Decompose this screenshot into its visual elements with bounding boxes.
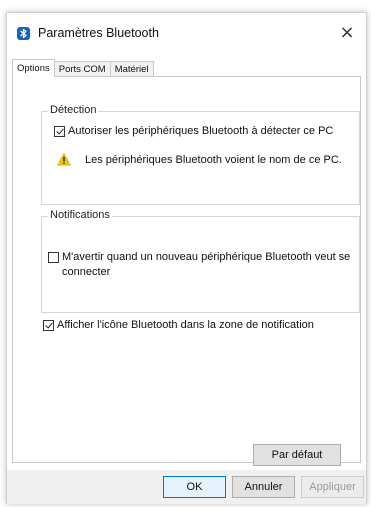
alert-new-device-label[interactable]: M'avertir quand un nouveau périphérique … xyxy=(62,250,358,280)
cancel-button[interactable]: Annuler xyxy=(232,476,295,498)
tab-hardware[interactable]: Matériel xyxy=(109,61,154,77)
discovery-warning: Les périphériques Bluetooth voient le no… xyxy=(57,153,342,166)
title-bar: Paramètres Bluetooth × xyxy=(7,13,366,53)
allow-discovery-checkbox[interactable] xyxy=(54,126,65,137)
tab-strip: Options Ports COM Matériel xyxy=(12,59,154,77)
notifications-group: Notifications M'avertir quand un nouveau… xyxy=(41,209,360,313)
alert-new-device-checkbox[interactable] xyxy=(48,252,59,263)
window-title: Paramètres Bluetooth xyxy=(38,26,159,40)
allow-discovery-label[interactable]: Autoriser les périphériques Bluetooth à … xyxy=(68,124,333,139)
allow-discovery-option: Autoriser les périphériques Bluetooth à … xyxy=(54,124,354,139)
detection-group: Détection Autoriser les périphériques Bl… xyxy=(41,104,360,205)
tab-com-ports[interactable]: Ports COM xyxy=(53,61,111,77)
show-tray-icon-option: Afficher l'icône Bluetooth dans la zone … xyxy=(43,318,353,333)
restore-defaults-button[interactable]: Par défaut xyxy=(253,444,341,466)
ok-button[interactable]: OK xyxy=(163,476,226,498)
detection-legend: Détection xyxy=(48,104,99,116)
tab-options[interactable]: Options xyxy=(12,59,55,77)
warning-icon xyxy=(57,153,71,166)
show-tray-icon-checkbox[interactable] xyxy=(43,320,54,331)
apply-button: Appliquer xyxy=(301,476,364,498)
options-panel: Détection Autoriser les périphériques Bl… xyxy=(12,76,361,466)
show-tray-icon-label[interactable]: Afficher l'icône Bluetooth dans la zone … xyxy=(57,318,314,333)
dialog-footer: OK Annuler Appliquer xyxy=(7,470,366,504)
warning-text: Les périphériques Bluetooth voient le no… xyxy=(85,153,342,166)
close-button[interactable]: × xyxy=(336,22,358,44)
bluetooth-icon xyxy=(17,27,30,40)
bluetooth-settings-dialog: Paramètres Bluetooth × Options Ports COM… xyxy=(6,12,367,504)
notifications-legend: Notifications xyxy=(48,209,112,221)
alert-new-device-option: M'avertir quand un nouveau périphérique … xyxy=(48,250,358,280)
